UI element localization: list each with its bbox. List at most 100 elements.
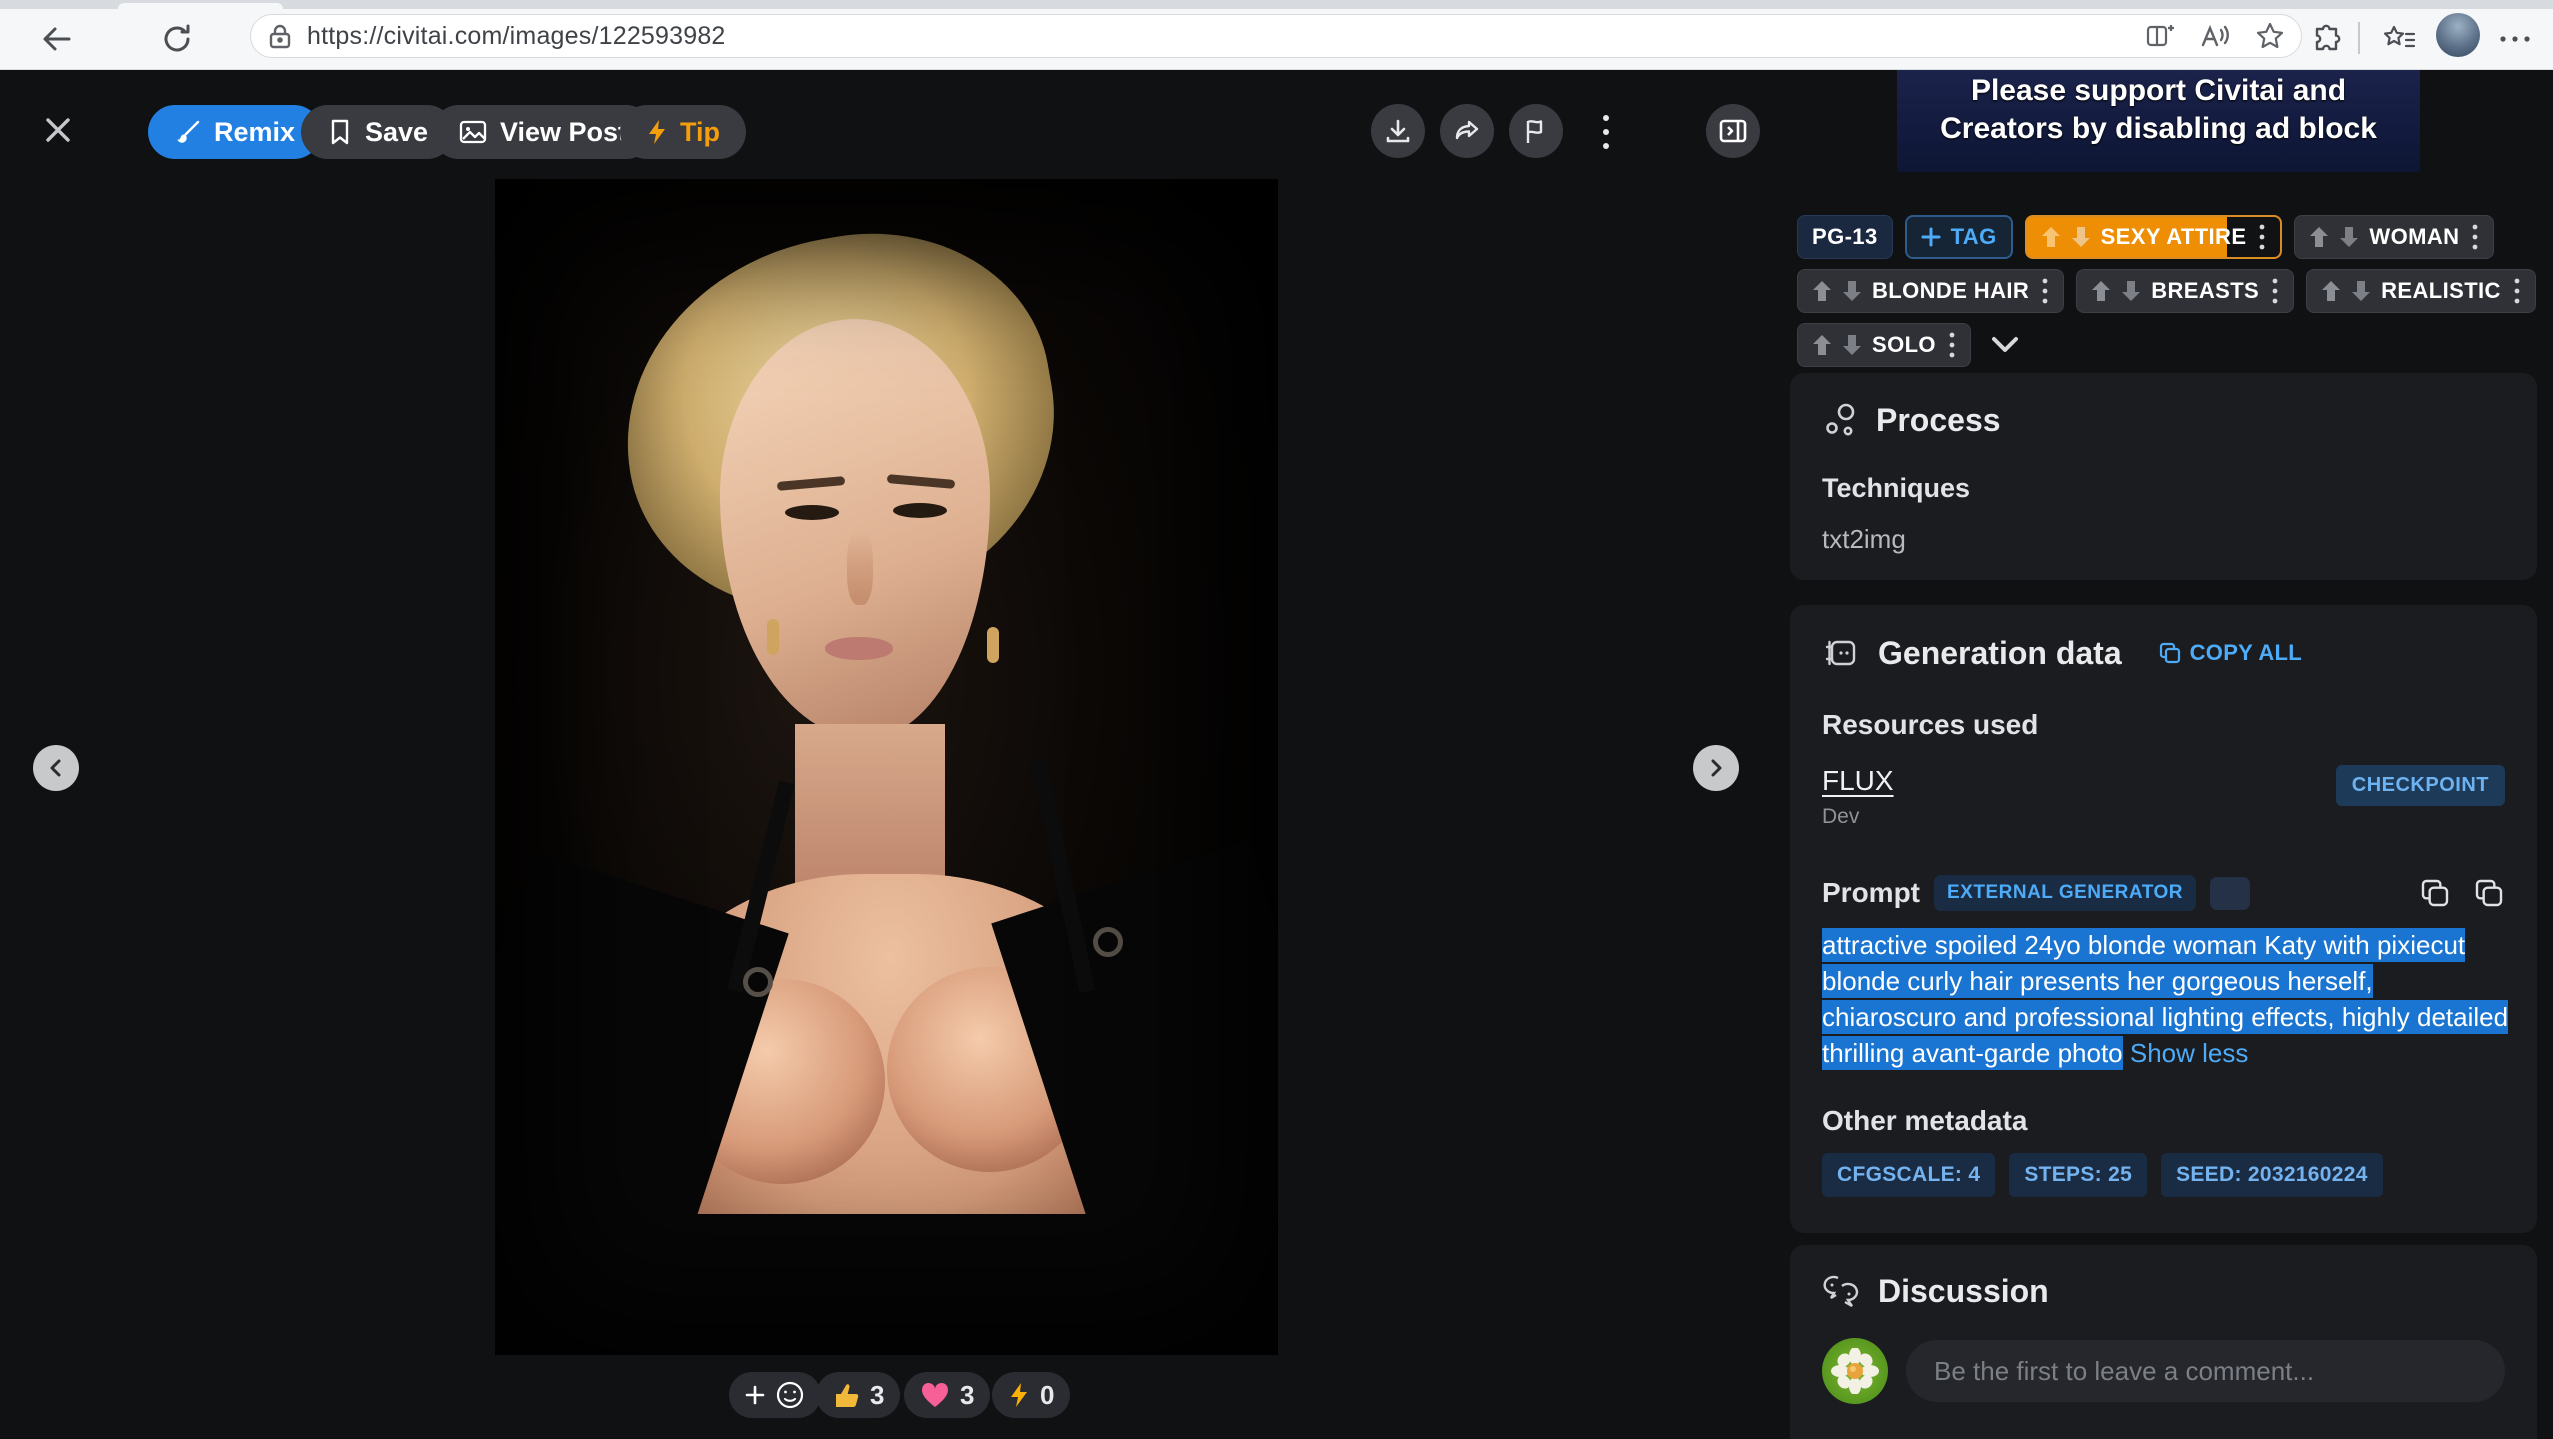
tag-woman[interactable]: WOMAN: [2294, 215, 2494, 259]
flag-icon[interactable]: [1509, 104, 1563, 158]
tag-solo[interactable]: SOLO: [1797, 323, 1971, 367]
add-reaction-button[interactable]: [729, 1372, 821, 1418]
tag-menu-icon[interactable]: [2271, 277, 2279, 305]
browser-profile-avatar[interactable]: [2436, 13, 2480, 57]
adblock-banner-line2: Creators by disabling ad block: [1940, 110, 2377, 148]
seed-badge: SEED: 2032160224: [2161, 1153, 2383, 1197]
download-icon[interactable]: [1371, 104, 1425, 158]
generation-data-icon: [1822, 633, 1862, 673]
zap-count: 0: [1040, 1380, 1054, 1411]
comment-input[interactable]: [1906, 1340, 2505, 1402]
prompt-text[interactable]: attractive spoiled 24yo blonde woman Kat…: [1822, 927, 2512, 1071]
discussion-icon: [1822, 1274, 1862, 1310]
extra-badge: [2210, 877, 2250, 910]
cfgscale-badge: CFGSCALE: 4: [1822, 1153, 1995, 1197]
plus-icon: [745, 1385, 765, 1405]
tag-label: REALISTIC: [2381, 278, 2501, 304]
split-screen-icon[interactable]: [2145, 21, 2175, 51]
reload-icon[interactable]: [158, 20, 196, 58]
extensions-icon[interactable]: [2308, 20, 2346, 58]
resource-row: FLUX Dev CHECKPOINT: [1822, 765, 2505, 829]
tag-label: SEXY ATTIRE: [2101, 224, 2247, 250]
bolt-icon: [646, 118, 668, 146]
back-icon[interactable]: [38, 20, 76, 58]
copy-all-label: COPY ALL: [2190, 640, 2302, 666]
discussion-card: Discussion: [1790, 1245, 2537, 1439]
resources-used-label: Resources used: [1822, 709, 2505, 741]
more-options-icon[interactable]: [1589, 110, 1623, 154]
share-icon[interactable]: [1440, 104, 1494, 158]
tag-realistic[interactable]: REALISTIC: [2306, 269, 2536, 313]
user-avatar[interactable]: [1822, 1338, 1888, 1404]
tag-label: SOLO: [1872, 332, 1936, 358]
heart-reaction-button[interactable]: 3: [904, 1372, 990, 1418]
tag-blonde-hair[interactable]: BLONDE HAIR: [1797, 269, 2064, 313]
image-detail-page: Remix Save View Post Tip: [0, 70, 2553, 1439]
tag-menu-icon[interactable]: [2258, 223, 2266, 251]
collections-icon[interactable]: [2380, 20, 2418, 58]
close-icon[interactable]: [34, 106, 82, 154]
downvote-icon[interactable]: [1842, 334, 1862, 356]
bookmark-icon: [327, 118, 353, 146]
browser-menu-icon[interactable]: [2496, 20, 2534, 58]
tag-breasts[interactable]: BREASTS: [2076, 269, 2294, 313]
tag-label: WOMAN: [2369, 224, 2459, 250]
upvote-icon[interactable]: [2041, 226, 2061, 248]
like-reaction-button[interactable]: 3: [816, 1372, 900, 1418]
address-bar[interactable]: https://civitai.com/images/122593982: [250, 14, 2302, 58]
collapse-tags-icon[interactable]: [1983, 323, 2027, 367]
like-count: 3: [870, 1380, 884, 1411]
browser-tab[interactable]: [118, 3, 283, 9]
heart-count: 3: [960, 1380, 974, 1411]
collapse-sidebar-icon[interactable]: [1706, 104, 1760, 158]
prompt-label: Prompt: [1822, 877, 1920, 909]
rating-badge[interactable]: PG-13: [1797, 215, 1893, 259]
downvote-icon[interactable]: [2339, 226, 2359, 248]
downvote-icon[interactable]: [2121, 280, 2141, 302]
downvote-icon[interactable]: [2351, 280, 2371, 302]
upvote-icon[interactable]: [2091, 280, 2111, 302]
copy-negative-prompt-icon[interactable]: [2473, 877, 2505, 909]
add-tag-button[interactable]: TAG: [1905, 215, 2013, 259]
process-title: Process: [1876, 402, 2001, 439]
tag-menu-icon[interactable]: [2513, 277, 2521, 305]
tag-label: BREASTS: [2151, 278, 2259, 304]
tag-list: PG-13 TAG SEXY ATTIRE WOMAN BLO: [1797, 215, 2547, 367]
remix-button[interactable]: Remix: [148, 105, 321, 159]
generation-data-card: Generation data COPY ALL Resources used …: [1790, 605, 2537, 1233]
upvote-icon[interactable]: [2309, 226, 2329, 248]
upvote-icon[interactable]: [2321, 280, 2341, 302]
tag-sexy-attire[interactable]: SEXY ATTIRE: [2025, 215, 2283, 259]
adblock-banner: Please support Civitai and Creators by d…: [1897, 70, 2420, 172]
previous-image-button[interactable]: [33, 745, 79, 791]
downvote-icon[interactable]: [1842, 280, 1862, 302]
generation-data-title: Generation data: [1878, 635, 2122, 672]
main-image[interactable]: [495, 179, 1278, 1355]
zap-reaction-button[interactable]: 0: [992, 1372, 1070, 1418]
read-aloud-icon[interactable]: [2199, 21, 2231, 51]
tip-button[interactable]: Tip: [620, 105, 746, 159]
brush-icon: [174, 118, 202, 146]
daisy-avatar-image: [1830, 1348, 1880, 1394]
downvote-icon[interactable]: [2071, 226, 2091, 248]
tag-menu-icon[interactable]: [2041, 277, 2049, 305]
smiley-icon: [775, 1380, 805, 1410]
remix-label: Remix: [214, 117, 295, 148]
next-image-button[interactable]: [1693, 745, 1739, 791]
upvote-icon[interactable]: [1812, 280, 1832, 302]
other-metadata-label: Other metadata: [1822, 1105, 2505, 1137]
copy-all-button[interactable]: COPY ALL: [2158, 640, 2302, 666]
copy-prompt-icon[interactable]: [2419, 877, 2451, 909]
rating-label: PG-13: [1812, 224, 1878, 250]
adblock-banner-line1: Please support Civitai and: [1971, 72, 2346, 110]
save-label: Save: [365, 117, 428, 148]
resource-link[interactable]: FLUX: [1822, 765, 1894, 797]
tag-menu-icon[interactable]: [1948, 331, 1956, 359]
browser-tab-strip: [0, 0, 2553, 9]
tag-menu-icon[interactable]: [2471, 223, 2479, 251]
copy-icon: [2158, 641, 2182, 665]
favorite-star-icon[interactable]: [2255, 21, 2285, 51]
show-less-link[interactable]: Show less: [2130, 1038, 2249, 1068]
process-card: Process Techniques txt2img: [1790, 373, 2537, 580]
upvote-icon[interactable]: [1812, 334, 1832, 356]
